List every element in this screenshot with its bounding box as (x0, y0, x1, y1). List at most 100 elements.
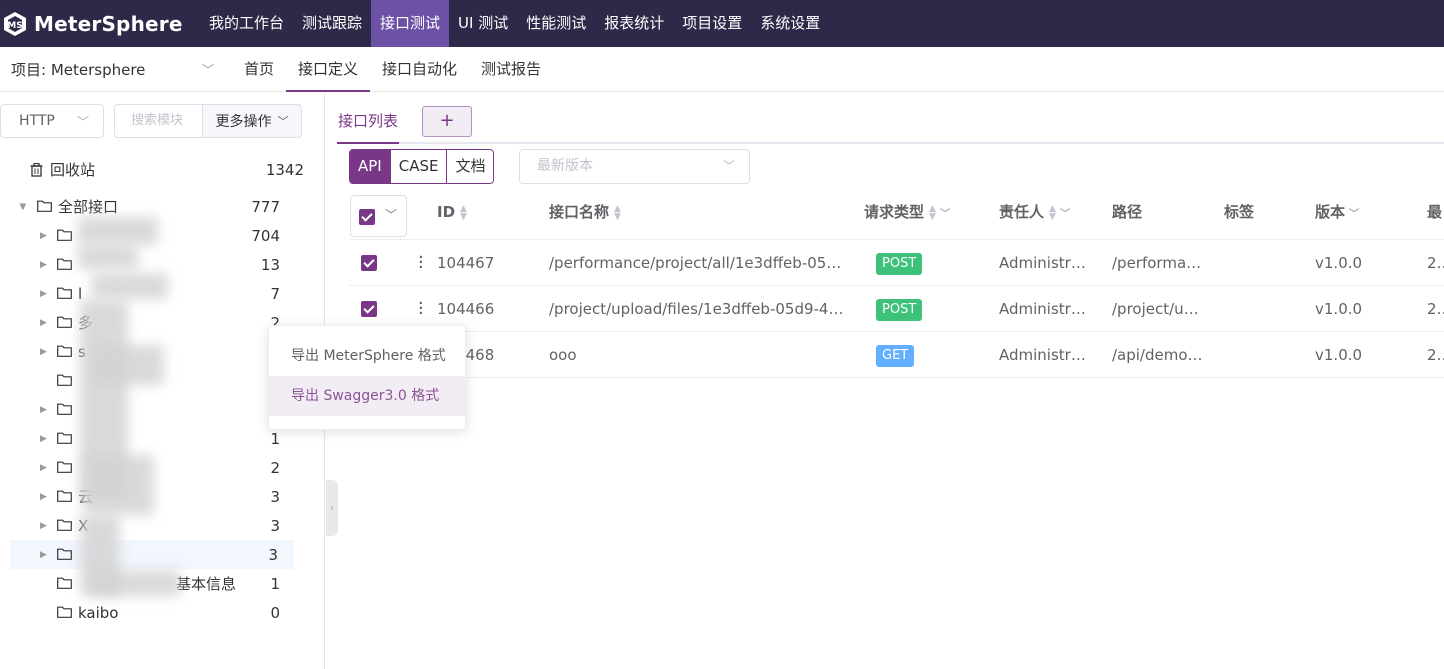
cell-path: /performa… (1112, 254, 1202, 272)
tree-node-count: 3 (270, 516, 280, 535)
sub-nav: 首页 接口定义 接口自动化 测试报告 (232, 47, 553, 92)
select-all-checkbox[interactable] (359, 209, 375, 225)
menu-export-metersphere[interactable]: 导出 MeterSphere 格式 (269, 336, 465, 376)
chevron-down-icon: ﹀ (76, 114, 89, 129)
tree-node[interactable]: ▶ 1 (0, 424, 310, 453)
segment-case[interactable]: CASE (390, 150, 448, 183)
folder-icon (57, 287, 72, 299)
tab-api-list[interactable]: 接口列表 (337, 104, 400, 144)
redaction-blur (92, 273, 168, 299)
topnav-api-test[interactable]: 接口测试 (371, 0, 450, 47)
view-mode-segmented: API CASE 文档 (349, 149, 495, 184)
cell-version: v1.0.0 (1315, 300, 1363, 318)
tree-node[interactable]: kaibo 0 (0, 598, 310, 627)
table-row[interactable]: · · · 104467/performance/project/all/1e3dff… (349, 240, 1444, 286)
cell-owner: Administr… (999, 254, 1086, 272)
folder-icon (37, 200, 52, 212)
caret-right-icon[interactable]: ▶ (40, 521, 47, 531)
tree-node-count: 704 (251, 226, 280, 245)
cell-name[interactable]: ooo (549, 332, 844, 378)
folder-icon (57, 345, 72, 357)
topnav-reports[interactable]: 报表统计 (595, 0, 673, 47)
project-selector[interactable]: 项目: Metersphere ﹀ (0, 59, 232, 80)
column-tags[interactable]: 标签 (1224, 190, 1254, 240)
folder-icon (57, 490, 72, 502)
tree-recycle-bin[interactable]: 回收站 1342 (0, 155, 310, 184)
cell-name[interactable]: /project/upload/files/1e3dffeb-05d9-4ee… (549, 286, 844, 332)
caret-right-icon[interactable]: ▶ (40, 434, 47, 444)
tree-node[interactable]: ▶X3 (0, 511, 310, 540)
caret-right-icon[interactable]: ▶ (40, 289, 47, 299)
version-select[interactable]: 最新版本 ﹀ (519, 149, 750, 184)
caret-right-icon[interactable]: ▶ (40, 231, 47, 241)
caret-right-icon[interactable]: ▶ (40, 550, 47, 560)
column-id[interactable]: ID ▲ ▼ (437, 190, 467, 240)
cell-owner: Administr… (999, 300, 1086, 318)
subnav-api-definition[interactable]: 接口定义 (286, 47, 371, 92)
tree-node-count: 777 (251, 197, 280, 216)
tree-node[interactable]: ▶ (0, 395, 310, 424)
row-more-icon[interactable]: ··· (418, 295, 424, 323)
more-actions-button[interactable]: 更多操作 ﹀ (202, 104, 302, 138)
row-checkbox[interactable] (361, 301, 377, 317)
panel-collapse-handle[interactable]: ‹ (326, 480, 338, 536)
tree-node[interactable]: ▶多2 (0, 308, 310, 337)
segment-api[interactable]: API (350, 150, 391, 183)
folder-icon (57, 461, 72, 473)
chevron-down-icon: ﹀ (722, 159, 735, 173)
app-logo[interactable]: MS MeterSphere (0, 0, 200, 47)
subnav-api-automation[interactable]: 接口自动化 (370, 47, 469, 92)
column-id-label: ID (437, 203, 456, 221)
tree-node[interactable]: ▶ 2 (0, 453, 310, 482)
column-owner[interactable]: 责任人 ▲ ▼ ﹀ (999, 190, 1070, 240)
tree-node-count: 13 (260, 255, 280, 274)
cell-name[interactable]: /performance/project/all/1e3dffeb-05d9-… (549, 240, 844, 286)
topnav-system-settings[interactable]: 系统设置 (751, 0, 829, 47)
folder-icon (57, 577, 72, 589)
caret-right-icon[interactable]: ▶ (40, 318, 47, 328)
row-checkbox[interactable] (361, 255, 377, 271)
table-row[interactable]: · · · 104466/project/upload/files/1e3dffeb-… (349, 286, 1444, 332)
tree-node[interactable]: ▶云3 (0, 482, 310, 511)
caret-right-icon[interactable]: ▶ (40, 492, 47, 502)
folder-icon (57, 519, 72, 531)
filter-icon[interactable]: ﹀ (1349, 209, 1359, 220)
caret-right-icon[interactable]: ▶ (40, 347, 47, 357)
subnav-home[interactable]: 首页 (232, 47, 286, 92)
tree-node-count: 2 (270, 458, 280, 477)
cell-path: /project/up… (1112, 300, 1204, 318)
top-navbar: MS MeterSphere 我的工作台 测试跟踪 接口测试 UI 测试 性能测… (0, 0, 1444, 47)
segment-doc[interactable]: 文档 (447, 150, 494, 183)
chevron-down-icon: ﹀ (277, 115, 289, 128)
cell-version: v1.0.0 (1315, 346, 1363, 364)
caret-right-icon[interactable]: ▶ (40, 260, 47, 270)
column-name[interactable]: 接口名称 ▲ ▼ (549, 190, 621, 240)
folder-icon (57, 258, 72, 270)
protocol-select[interactable]: HTTP ﹀ (0, 104, 104, 138)
topnav-workbench[interactable]: 我的工作台 (200, 0, 293, 47)
row-more-icon[interactable]: ··· (418, 249, 424, 277)
filter-icon[interactable]: ﹀ (940, 209, 950, 220)
column-last[interactable]: 最 (1427, 190, 1442, 240)
module-search-input[interactable]: 搜索模块 (114, 104, 202, 138)
topnav-test-track[interactable]: 测试跟踪 (293, 0, 371, 47)
sort-icon: ▲ ▼ (929, 203, 936, 222)
add-tab-button[interactable]: + (422, 106, 472, 137)
cell-last: 20 (1427, 300, 1444, 318)
caret-right-icon[interactable]: ▶ (40, 463, 47, 473)
folder-icon (57, 316, 72, 328)
column-path[interactable]: 路径 (1112, 190, 1142, 240)
column-method[interactable]: 请求类型 ▲ ▼ ﹀ (864, 190, 950, 240)
topnav-project-settings[interactable]: 项目设置 (673, 0, 751, 47)
column-version[interactable]: 版本 ﹀ (1315, 190, 1359, 240)
table-row[interactable]: ···104468oooGETAdministr…/api/demo/…v1.0… (349, 332, 1444, 378)
topnav-performance[interactable]: 性能测试 (517, 0, 595, 47)
menu-export-swagger[interactable]: 导出 Swagger3.0 格式 (269, 376, 465, 416)
redaction-blur (78, 217, 158, 245)
subnav-test-report[interactable]: 测试报告 (469, 47, 553, 92)
topnav-ui-test[interactable]: UI 测试 (449, 0, 517, 47)
select-all-dropdown[interactable]: ﹀ (350, 195, 407, 237)
caret-right-icon[interactable]: ▶ (40, 405, 47, 415)
tree-node[interactable]: ▶ 3 (10, 540, 294, 569)
filter-icon[interactable]: ﹀ (1060, 209, 1070, 220)
